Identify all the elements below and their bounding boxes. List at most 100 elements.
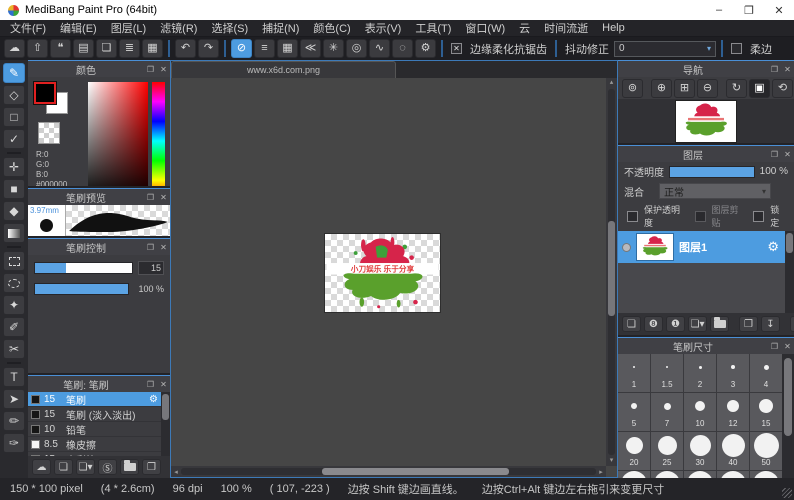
snap-ellipse-icon[interactable]: ◌ — [392, 39, 413, 58]
close-icon[interactable]: ✕ — [781, 342, 794, 351]
merge-layer-icon[interactable]: ↧ — [761, 316, 780, 332]
menu-select[interactable]: 选择(S) — [211, 20, 248, 36]
brush-size-cell[interactable]: 80 — [684, 471, 716, 478]
gear-icon[interactable]: ⚙ — [149, 394, 158, 405]
brush-size-cell[interactable]: 100 — [750, 471, 782, 478]
grid-edit-icon[interactable]: ▦ — [142, 39, 163, 58]
brush-size-cell[interactable]: 90 — [717, 471, 749, 478]
zoom-reset-icon[interactable]: ⊚ — [622, 79, 643, 98]
scroll-thumb[interactable] — [784, 358, 792, 436]
brush-size-cell[interactable]: 1 — [618, 354, 650, 392]
maximize-button[interactable]: ❐ — [734, 0, 764, 20]
navigator-thumbnail[interactable] — [676, 101, 736, 142]
close-icon[interactable]: ✕ — [157, 193, 170, 202]
minimize-button[interactable]: – — [704, 0, 734, 20]
brush-size-cell[interactable]: 10 — [684, 393, 716, 431]
brush-size-cell[interactable]: 70 — [651, 471, 683, 478]
popup-icon[interactable]: ❐ — [144, 193, 157, 202]
popup-icon[interactable]: ❐ — [768, 150, 781, 159]
scroll-left-icon[interactable]: ◂ — [171, 468, 181, 476]
scroll-up-icon[interactable]: ▴ — [610, 78, 614, 88]
brush-size-value[interactable]: 15 — [138, 261, 164, 275]
canvas-vscrollbar[interactable]: ▴ ▾ — [606, 78, 617, 466]
fit-view-icon[interactable]: ▣ — [749, 79, 770, 98]
brush-list-scrollbar[interactable] — [161, 392, 170, 456]
scroll-thumb[interactable] — [786, 233, 793, 253]
popup-icon[interactable]: ❐ — [768, 342, 781, 351]
brush-size-cell[interactable]: 7 — [651, 393, 683, 431]
script-brush-icon[interactable]: Ⓢ — [98, 459, 117, 475]
redo-icon[interactable]: ↷ — [198, 39, 219, 58]
menu-snap[interactable]: 捕捉(N) — [262, 20, 299, 36]
gear-icon[interactable]: ⚙ — [767, 239, 779, 255]
rotate-reset-icon[interactable]: ↻ — [726, 79, 747, 98]
menu-layer[interactable]: 图层(L) — [111, 20, 146, 36]
gradient-tool-icon[interactable] — [3, 223, 25, 243]
menu-window[interactable]: 窗口(W) — [465, 20, 505, 36]
pen-tool-icon[interactable]: ✏ — [3, 411, 25, 431]
jitter-dropdown[interactable]: 0 ▾ — [614, 41, 716, 57]
close-icon[interactable]: ✕ — [157, 243, 170, 252]
menu-tools[interactable]: 工具(T) — [415, 20, 451, 36]
brush-row[interactable]: 15 水彩笔 — [28, 452, 161, 456]
duplicate-brush-icon[interactable]: ❐ — [142, 459, 161, 475]
comment-icon[interactable]: ❝ — [50, 39, 71, 58]
new-8bit-layer-icon[interactable]: ❽ — [644, 316, 663, 332]
add-layer-menu-icon[interactable]: ❏▾ — [688, 316, 707, 332]
delete-layer-icon[interactable] — [790, 316, 794, 332]
document-icon[interactable]: ❏ — [96, 39, 117, 58]
menu-color[interactable]: 颜色(C) — [313, 20, 350, 36]
duplicate-layer-icon[interactable]: ❐ — [739, 316, 758, 332]
new-layer-icon[interactable]: ❏ — [622, 316, 641, 332]
zoom-in-icon[interactable]: ⊕ — [651, 79, 672, 98]
layer-list-scrollbar[interactable] — [785, 231, 794, 313]
protect-alpha-checkbox[interactable] — [627, 211, 638, 222]
checklist-icon[interactable]: ≣ — [119, 39, 140, 58]
navigator-preview-area[interactable] — [618, 99, 794, 143]
snap-curve-icon[interactable]: ∿ — [369, 39, 390, 58]
cloud-icon[interactable]: ☁ — [4, 39, 25, 58]
canvas-viewport[interactable]: 小刀娱乐 乐于分享 ▴ ▾ — [171, 78, 617, 466]
brush-row[interactable]: 8.5 橡皮擦 — [28, 437, 161, 452]
bucket-tool-icon[interactable]: ◆ — [3, 201, 25, 221]
lock-checkbox[interactable] — [753, 211, 764, 222]
brush-size-cell[interactable]: 20 — [618, 432, 650, 470]
popup-icon[interactable]: ❐ — [144, 65, 157, 74]
document-tab[interactable]: www.x6d.com.png — [171, 61, 396, 78]
brush-size-cell[interactable]: 5 — [618, 393, 650, 431]
brush-row-selected[interactable]: 15 笔刷 ⚙ — [28, 392, 161, 407]
scroll-thumb[interactable] — [162, 394, 169, 420]
close-icon[interactable]: ✕ — [157, 380, 170, 389]
menu-timelapse[interactable]: 时间流逝 — [544, 20, 588, 36]
undo-icon[interactable]: ↶ — [175, 39, 196, 58]
polyline-tool-icon[interactable]: ✓ — [3, 129, 25, 149]
visibility-icon[interactable] — [622, 243, 631, 252]
rotate-icon[interactable]: ⟲ — [772, 79, 793, 98]
hue-bar[interactable] — [152, 82, 165, 188]
brush-size-scrollbar[interactable] — [782, 354, 794, 478]
antialias-checkbox[interactable]: ✕ — [451, 43, 462, 54]
zoom-fit-icon[interactable]: ⊞ — [674, 79, 695, 98]
blend-mode-dropdown[interactable]: 正常 ▾ — [659, 183, 771, 199]
brush-size-cell[interactable]: 50 — [750, 432, 782, 470]
snap-radial-icon[interactable]: ✳ — [323, 39, 344, 58]
brush-row[interactable]: 10 铅笔 — [28, 422, 161, 437]
chat-panel-icon[interactable]: ▤ — [73, 39, 94, 58]
popup-icon[interactable]: ❐ — [768, 65, 781, 74]
brush-opacity-slider[interactable] — [34, 283, 129, 295]
brush-cloud-upload-icon[interactable]: ☁ — [32, 459, 51, 475]
menu-view[interactable]: 表示(V) — [365, 20, 402, 36]
zoom-out-icon[interactable]: ⊖ — [697, 79, 718, 98]
popup-icon[interactable]: ❐ — [144, 380, 157, 389]
transparent-color-swatch[interactable] — [38, 122, 60, 144]
brush-row[interactable]: 15 笔刷 (淡入淡出) — [28, 407, 161, 422]
brush-size-cell[interactable]: 1.5 — [651, 354, 683, 392]
brush-size-cell[interactable]: 25 — [651, 432, 683, 470]
snap-concentric-icon[interactable]: ◎ — [346, 39, 367, 58]
new-1bit-layer-icon[interactable]: ❶ — [666, 316, 685, 332]
dot-pen-tool-icon[interactable]: □ — [3, 107, 25, 127]
scroll-down-icon[interactable]: ▾ — [610, 456, 614, 466]
snap-off-icon[interactable]: ⊘ — [231, 39, 252, 58]
close-button[interactable]: ✕ — [764, 0, 794, 20]
scroll-thumb[interactable] — [322, 468, 509, 475]
